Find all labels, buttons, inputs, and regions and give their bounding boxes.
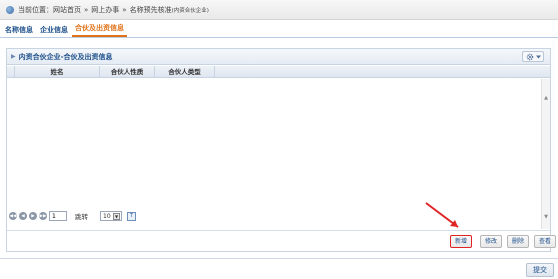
partner-panel: ▶ 内资合伙企业-合伙及出资信息 姓名 合伙人性质 合伙人类型 ▲ ▼ ◀◀ ◀… [6,48,556,252]
add-button[interactable]: 新增 [450,235,472,248]
view-button[interactable]: 查看 [534,235,556,248]
gear-icon [526,53,533,60]
tab-name-info[interactable]: 名称信息 [2,23,36,37]
submit-button[interactable]: 提交 [526,263,554,277]
last-page-icon[interactable]: ▶▶ [39,212,47,220]
tab-partner-info[interactable]: 合伙及出资信息 [72,21,127,37]
location-icon [6,5,14,14]
panel-title: 内资合伙企业-合伙及出资信息 [18,52,113,61]
breadcrumb: 当前位置： 网站首页 » 网上办事 » 名称预先核准 (内资合伙企业) [0,0,558,20]
breadcrumb-item-home[interactable]: 网站首页 [53,5,81,15]
breadcrumb-separator: » [122,5,127,14]
page-size-value: 10 [103,212,111,220]
breadcrumb-prefix: 当前位置： [18,5,53,14]
column-header-partner-type[interactable]: 合伙人类型 [155,66,215,77]
column-header-select [7,66,15,77]
page-size-select[interactable]: 10 ▼ [100,211,122,221]
grid-header: 姓名 合伙人性质 合伙人类型 [7,66,550,78]
go-button[interactable]: 跳转 [75,211,88,221]
collapse-arrow-icon[interactable]: ▶ [11,53,16,60]
scroll-down-icon[interactable]: ▼ [542,213,550,221]
breadcrumb-separator: » [84,5,89,14]
grid-body [7,79,550,229]
dropdown-arrow-icon[interactable]: ▼ [113,212,120,220]
scroll-up-icon[interactable]: ▲ [542,94,550,102]
action-row: 新增 修改 删除 查看 [7,230,556,251]
next-page-icon[interactable]: ▶ [29,212,37,220]
edit-button[interactable]: 修改 [480,235,502,248]
breadcrumb-item-online[interactable]: 网上办事 [91,5,119,15]
settings-menu-button[interactable] [522,51,544,62]
pager: ◀◀ ◀ ▶ ▶▶ 跳转 10 ▼ T [7,209,307,223]
column-header-partner-nature[interactable]: 合伙人性质 [100,66,155,77]
panel-header: ▶ 内资合伙企业-合伙及出资信息 [7,49,550,65]
divider [0,258,558,259]
column-header-name[interactable]: 姓名 [15,66,100,77]
delete-button[interactable]: 删除 [507,235,529,248]
first-page-icon[interactable]: ◀◀ [9,212,17,220]
breadcrumb-suffix: (内资合伙企业) [171,7,209,14]
vertical-scrollbar[interactable]: ▲ ▼ [541,79,550,229]
tab-enterprise-info[interactable]: 企业信息 [37,23,71,37]
refresh-icon[interactable]: T [127,211,136,221]
tab-bar: 名称信息 企业信息 合伙及出资信息 [0,22,558,38]
prev-page-icon[interactable]: ◀ [19,212,27,220]
breadcrumb-item-current: 名称预先核准 [129,5,172,14]
chevron-down-icon [535,55,541,58]
page-number-input[interactable] [49,211,67,221]
